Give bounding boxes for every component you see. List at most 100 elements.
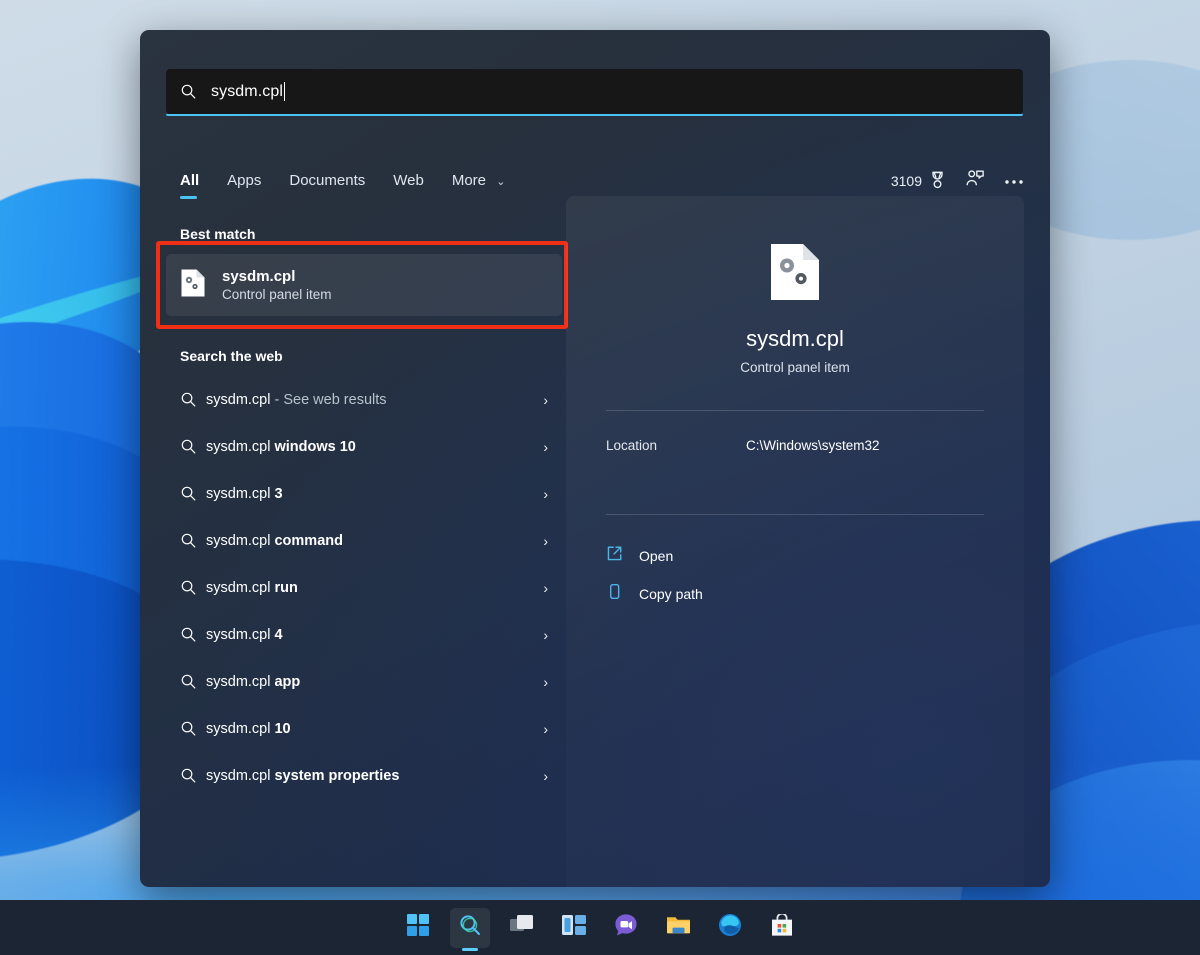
web-suggestion-item[interactable]: sysdm.cpl - See web results › (166, 376, 562, 423)
web-suggestion-suffix: 4 (270, 626, 283, 643)
best-match-subtitle: Control panel item (222, 287, 332, 302)
web-suggestion-suffix: windows 10 (270, 438, 356, 455)
task-view-icon (510, 914, 534, 941)
detail-title: sysdm.cpl (746, 326, 844, 351)
web-suggestion-query: sysdm.cpl (206, 767, 271, 784)
copy-icon (606, 583, 623, 605)
web-suggestion-suffix: system properties (270, 767, 400, 784)
web-suggestion-item[interactable]: sysdm.cpl system properties › (166, 752, 562, 799)
web-suggestion-label: sysdm.cpl system properties (206, 768, 543, 784)
web-suggestion-suffix: 3 (270, 485, 283, 502)
taskbar (0, 900, 1200, 955)
web-suggestion-label: sysdm.cpl windows 10 (206, 439, 543, 455)
task-view-button[interactable] (502, 908, 542, 948)
widgets-button[interactable] (554, 908, 594, 948)
tab-label: All (180, 172, 200, 189)
detail-subtitle: Control panel item (740, 360, 850, 375)
web-suggestion-item[interactable]: sysdm.cpl 3 › (166, 470, 562, 517)
search-the-web-heading: Search the web (180, 348, 283, 364)
search-icon (180, 720, 206, 737)
control-panel-file-icon (606, 242, 984, 302)
tab-label: More (451, 172, 487, 189)
chevron-right-icon: › (543, 673, 548, 690)
web-suggestion-item[interactable]: sysdm.cpl windows 10 › (166, 423, 562, 470)
chevron-right-icon: › (543, 579, 548, 596)
medal-icon (929, 171, 946, 192)
web-suggestion-label: sysdm.cpl command (206, 533, 543, 549)
header-actions: 3109 (891, 169, 1024, 193)
web-suggestion-label: sysdm.cpl - See web results (206, 392, 543, 408)
search-icon (180, 767, 206, 784)
edge-button[interactable] (710, 908, 750, 948)
search-icon (180, 579, 206, 596)
person-chat-icon[interactable] (965, 169, 985, 193)
web-suggestion-item[interactable]: sysdm.cpl app › (166, 658, 562, 705)
tab-more[interactable]: More ⌄ (438, 172, 520, 199)
chevron-right-icon: › (543, 391, 548, 408)
location-value: C:\Windows\system32 (746, 437, 880, 453)
edge-icon (718, 913, 742, 942)
chat-button[interactable] (606, 908, 646, 948)
web-suggestion-label: sysdm.cpl 10 (206, 721, 543, 737)
search-icon (180, 83, 197, 100)
desktop: sysdm.cpl All Apps Documents Web More ⌄ (0, 0, 1200, 955)
store-button[interactable] (762, 908, 802, 948)
search-flyout: sysdm.cpl All Apps Documents Web More ⌄ (140, 30, 1050, 887)
folder-icon (666, 914, 691, 941)
control-panel-file-icon (180, 268, 206, 303)
web-suggestion-query: sysdm.cpl (206, 485, 271, 502)
web-suggestion-suffix: 10 (270, 720, 291, 737)
search-input-value: sysdm.cpl (211, 82, 284, 100)
search-icon (180, 626, 206, 643)
chevron-right-icon: › (543, 626, 548, 643)
web-suggestion-label: sysdm.cpl run (206, 580, 543, 596)
web-suggestion-suffix: - See web results (270, 391, 387, 408)
tab-apps[interactable]: Apps (213, 172, 275, 199)
widgets-icon (562, 914, 586, 941)
web-suggestion-query: sysdm.cpl (206, 626, 271, 643)
search-icon (180, 485, 206, 502)
tab-all[interactable]: All (180, 172, 213, 199)
web-suggestion-query: sysdm.cpl (206, 391, 271, 408)
results-column: Best match sysdm.cpl Control panel item … (156, 226, 568, 799)
tab-documents[interactable]: Documents (275, 172, 379, 199)
windows-logo-icon (407, 914, 429, 941)
text-caret (284, 82, 286, 101)
location-label: Location (606, 437, 658, 453)
open-action-label: Open (639, 548, 674, 564)
web-suggestion-label: sysdm.cpl app (206, 674, 543, 690)
open-action[interactable]: Open (606, 537, 984, 575)
web-suggestion-query: sysdm.cpl (206, 720, 271, 737)
best-match-title: sysdm.cpl (222, 268, 296, 285)
best-match-texts: sysdm.cpl Control panel item (222, 268, 332, 302)
rewards-points[interactable]: 3109 (891, 171, 946, 192)
web-suggestion-suffix: app (270, 673, 301, 690)
start-button[interactable] (398, 908, 438, 948)
web-suggestion-query: sysdm.cpl (206, 673, 271, 690)
tab-label: Documents (289, 172, 366, 189)
tab-label: Apps (227, 172, 262, 189)
web-suggestion-item[interactable]: sysdm.cpl command › (166, 517, 562, 564)
tab-label: Web (393, 172, 424, 189)
web-suggestion-item[interactable]: sysdm.cpl run › (166, 564, 562, 611)
search-icon (180, 438, 206, 455)
web-suggestion-item[interactable]: sysdm.cpl 4 › (166, 611, 562, 658)
teams-chat-icon (614, 913, 638, 942)
best-match-result[interactable]: sysdm.cpl Control panel item (166, 254, 562, 316)
search-icon (458, 913, 482, 942)
filter-tabs: All Apps Documents Web More ⌄ (180, 172, 519, 199)
web-suggestion-query: sysdm.cpl (206, 438, 271, 455)
detail-pane: sysdm.cpl Control panel item Location C:… (566, 196, 1024, 887)
ellipsis-icon[interactable] (1004, 172, 1024, 190)
search-icon (180, 673, 206, 690)
copy-path-action[interactable]: Copy path (606, 575, 984, 613)
best-match-heading: Best match (180, 226, 256, 242)
copy-path-action-label: Copy path (639, 586, 703, 602)
search-button[interactable] (450, 907, 490, 948)
search-icon (180, 532, 206, 549)
tab-web[interactable]: Web (379, 172, 438, 199)
web-suggestion-item[interactable]: sysdm.cpl 10 › (166, 705, 562, 752)
file-explorer-button[interactable] (658, 908, 698, 948)
web-suggestion-query: sysdm.cpl (206, 579, 271, 596)
search-input[interactable]: sysdm.cpl (166, 69, 1023, 116)
